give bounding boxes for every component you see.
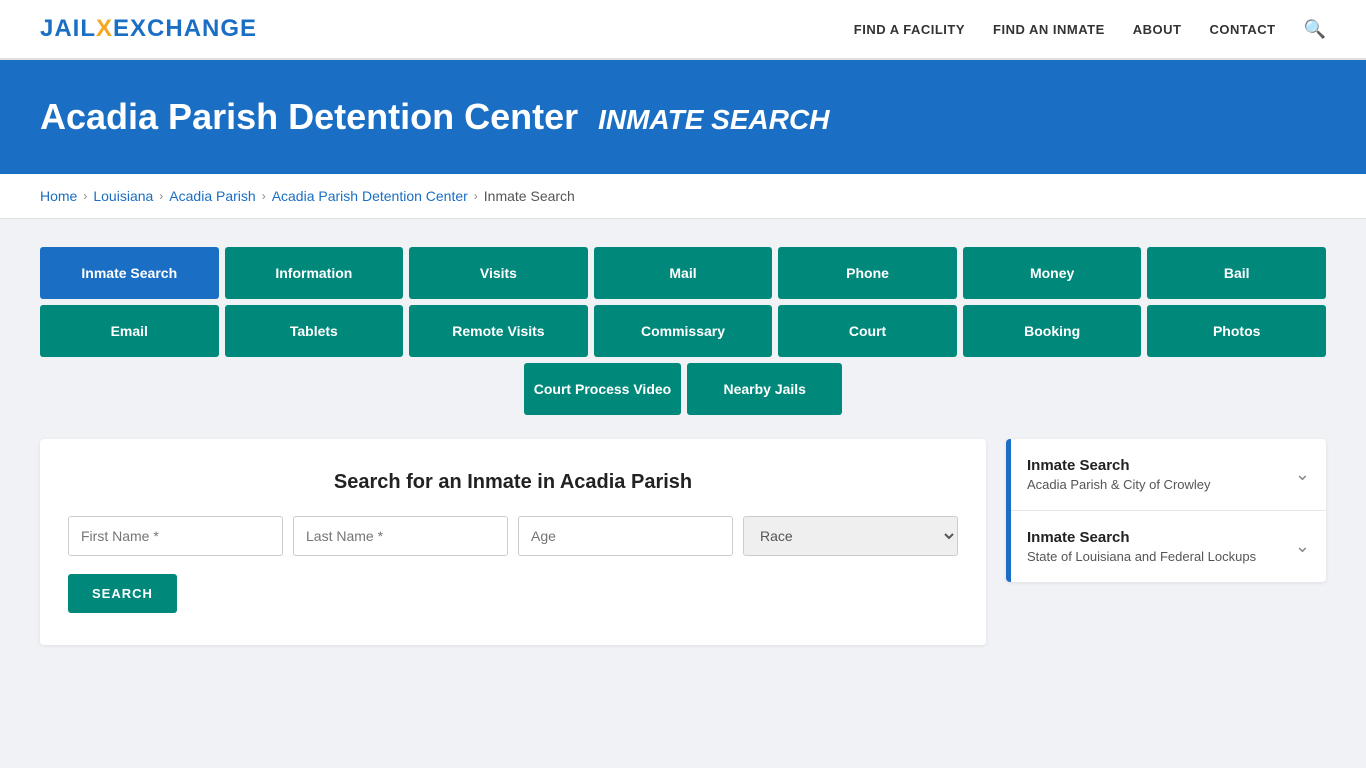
breadcrumb-louisiana[interactable]: Louisiana: [93, 188, 153, 204]
breadcrumb-sep-2: ›: [159, 189, 163, 203]
search-title: Search for an Inmate in Acadia Parish: [68, 471, 958, 494]
hero-banner: Acadia Parish Detention Center INMATE SE…: [0, 60, 1366, 174]
sidebar-item-louisiana-title: Inmate Search: [1027, 529, 1256, 546]
tab-bail[interactable]: Bail: [1147, 247, 1326, 299]
tabs-row-3: Court Process Video Nearby Jails: [40, 363, 1326, 415]
sidebar-item-acadia[interactable]: Inmate Search Acadia Parish & City of Cr…: [1011, 439, 1326, 511]
first-name-input[interactable]: [68, 516, 283, 556]
chevron-down-icon-acadia: ⌄: [1295, 464, 1310, 485]
tab-photos[interactable]: Photos: [1147, 305, 1326, 357]
tab-commissary[interactable]: Commissary: [594, 305, 773, 357]
tab-inmate-search[interactable]: Inmate Search: [40, 247, 219, 299]
search-fields: Race White Black Hispanic Asian Other: [68, 516, 958, 556]
page-title: Acadia Parish Detention Center INMATE SE…: [40, 96, 1326, 138]
tab-money[interactable]: Money: [963, 247, 1142, 299]
sidebar-item-acadia-subtitle: Acadia Parish & City of Crowley: [1027, 477, 1211, 492]
sidebar-item-louisiana-subtitle: State of Louisiana and Federal Lockups: [1027, 549, 1256, 564]
sidebar: Inmate Search Acadia Parish & City of Cr…: [1006, 439, 1326, 582]
breadcrumb-sep-1: ›: [83, 189, 87, 203]
search-button[interactable]: SEARCH: [68, 574, 177, 613]
sidebar-item-acadia-title: Inmate Search: [1027, 457, 1211, 474]
tab-booking[interactable]: Booking: [963, 305, 1142, 357]
tabs-row-1: Inmate Search Information Visits Mail Ph…: [40, 247, 1326, 299]
breadcrumb-detention-center[interactable]: Acadia Parish Detention Center: [272, 188, 468, 204]
age-input[interactable]: [518, 516, 733, 556]
sidebar-card: Inmate Search Acadia Parish & City of Cr…: [1006, 439, 1326, 582]
main-nav: FIND A FACILITY FIND AN INMATE ABOUT CON…: [854, 19, 1326, 40]
breadcrumb: Home › Louisiana › Acadia Parish › Acadi…: [40, 188, 1326, 204]
site-logo[interactable]: JAILXEXCHANGE: [40, 15, 257, 43]
tab-court[interactable]: Court: [778, 305, 957, 357]
tab-remote-visits[interactable]: Remote Visits: [409, 305, 588, 357]
site-header: JAILXEXCHANGE FIND A FACILITY FIND AN IN…: [0, 0, 1366, 60]
tab-mail[interactable]: Mail: [594, 247, 773, 299]
race-select[interactable]: Race White Black Hispanic Asian Other: [743, 516, 958, 556]
tab-nearby-jails[interactable]: Nearby Jails: [687, 363, 842, 415]
sidebar-item-louisiana[interactable]: Inmate Search State of Louisiana and Fed…: [1011, 511, 1326, 582]
tab-email[interactable]: Email: [40, 305, 219, 357]
nav-find-facility[interactable]: FIND A FACILITY: [854, 22, 965, 37]
logo-x: X: [96, 15, 113, 42]
breadcrumb-sep-4: ›: [474, 189, 478, 203]
tab-visits[interactable]: Visits: [409, 247, 588, 299]
chevron-down-icon-louisiana: ⌄: [1295, 536, 1310, 557]
content-row: Search for an Inmate in Acadia Parish Ra…: [40, 439, 1326, 645]
tab-information[interactable]: Information: [225, 247, 404, 299]
tab-phone[interactable]: Phone: [778, 247, 957, 299]
last-name-input[interactable]: [293, 516, 508, 556]
logo-jail: JAIL: [40, 15, 96, 42]
inmate-search-box: Search for an Inmate in Acadia Parish Ra…: [40, 439, 986, 645]
nav-about[interactable]: ABOUT: [1133, 22, 1182, 37]
tabs-row-2: Email Tablets Remote Visits Commissary C…: [40, 305, 1326, 357]
tab-tablets[interactable]: Tablets: [225, 305, 404, 357]
header-search-icon[interactable]: 🔍: [1304, 19, 1326, 40]
breadcrumb-current: Inmate Search: [484, 188, 575, 204]
breadcrumb-home[interactable]: Home: [40, 188, 77, 204]
breadcrumb-acadia-parish[interactable]: Acadia Parish: [169, 188, 255, 204]
sidebar-item-acadia-text: Inmate Search Acadia Parish & City of Cr…: [1027, 457, 1211, 492]
nav-contact[interactable]: CONTACT: [1209, 22, 1275, 37]
logo-exchange: EXCHANGE: [113, 15, 257, 42]
breadcrumb-sep-3: ›: [262, 189, 266, 203]
nav-find-inmate[interactable]: FIND AN INMATE: [993, 22, 1105, 37]
tab-court-process-video[interactable]: Court Process Video: [524, 363, 681, 415]
main-content: Inmate Search Information Visits Mail Ph…: [0, 219, 1366, 673]
sidebar-item-louisiana-text: Inmate Search State of Louisiana and Fed…: [1027, 529, 1256, 564]
breadcrumb-bar: Home › Louisiana › Acadia Parish › Acadi…: [0, 174, 1366, 219]
